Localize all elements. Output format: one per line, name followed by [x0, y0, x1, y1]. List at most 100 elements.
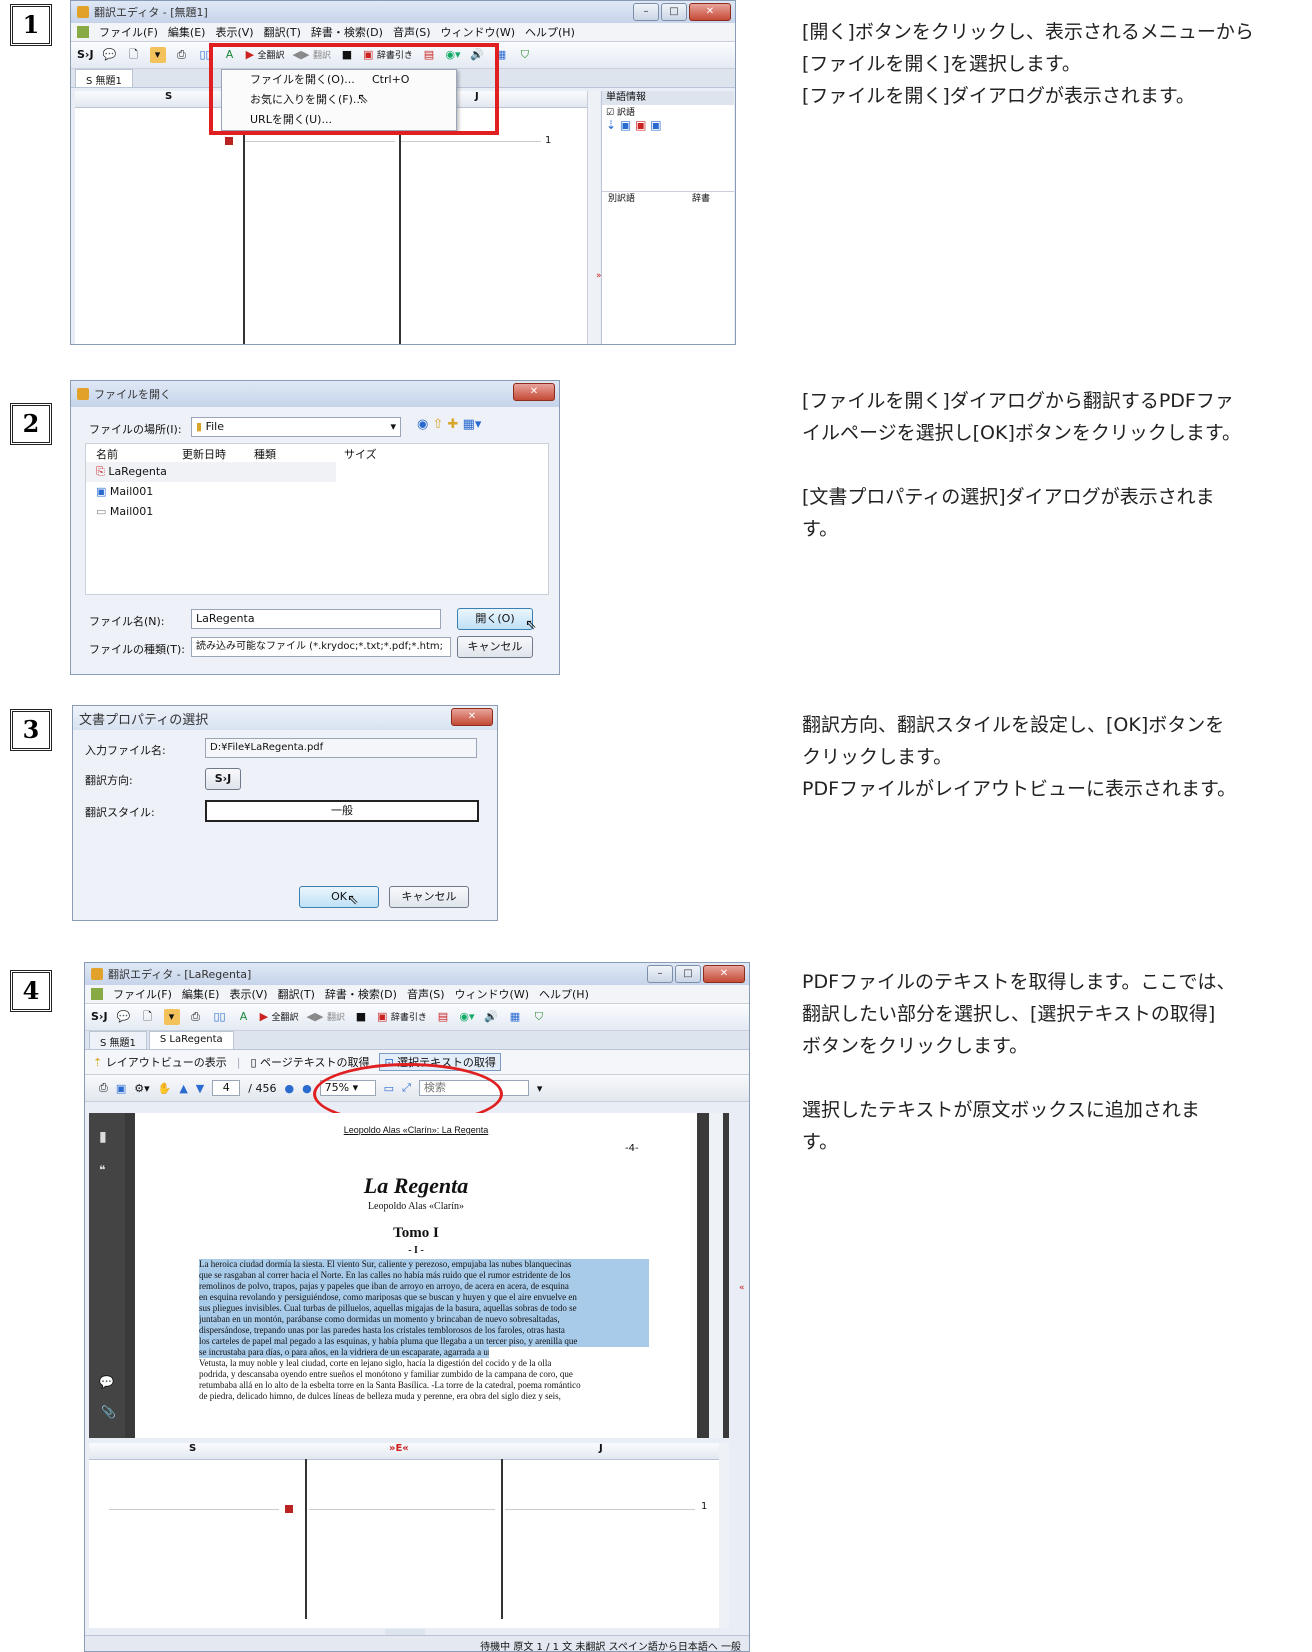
selected-text-line[interactable]: que se rasgaban al correr hacia el Norte…: [199, 1270, 649, 1281]
tools-icon[interactable]: ⚙▾: [134, 1082, 149, 1095]
maximize-icon[interactable]: □: [661, 3, 687, 21]
view-menu-icon[interactable]: ▦▾: [463, 417, 482, 432]
new-document-icon[interactable]: 🗋: [126, 47, 142, 63]
location-select[interactable]: ▮ File ▾: [191, 417, 401, 437]
direction-button[interactable]: S›J: [205, 768, 241, 790]
menu-edit[interactable]: 編集(E): [182, 986, 220, 1002]
selected-text-line[interactable]: se incrustaba para días, o para años, en…: [199, 1347, 489, 1358]
open-folder-icon[interactable]: ▾: [149, 47, 166, 63]
selected-text-line[interactable]: dispersándose, trepando unas por las par…: [199, 1325, 649, 1336]
tab-laregenta[interactable]: S LaRegenta: [148, 1031, 234, 1049]
menu-translate[interactable]: 翻訳(T): [264, 24, 301, 40]
speech-icon[interactable]: 💬: [116, 1009, 132, 1025]
search-globe-icon[interactable]: ◉▾: [459, 1009, 475, 1025]
dictionary-icon[interactable]: ▤: [435, 1009, 451, 1025]
save-icon[interactable]: ▣: [116, 1082, 126, 1095]
selected-text-line[interactable]: juntaban en un montón, parábanse como do…: [199, 1314, 649, 1325]
translate-button[interactable]: ◀▶ 翻訳: [307, 1009, 345, 1025]
hand-icon[interactable]: ✋: [158, 1082, 172, 1095]
all-translate-button[interactable]: ▶ 全翻訳: [260, 1009, 299, 1025]
menu-view[interactable]: 表示(V): [229, 986, 267, 1002]
pdf-text-line[interactable]: Vetusta, la muy noble y leal ciudad, cor…: [199, 1358, 649, 1369]
speech-icon[interactable]: 💬: [102, 47, 118, 63]
menu-voice[interactable]: 音声(S): [407, 986, 445, 1002]
tab-untitled1[interactable]: S 無題1: [89, 1031, 147, 1049]
filetype-select[interactable]: 読み込み可能なファイル (*.krydoc;*.txt;*.pdf;*.htm;: [191, 637, 451, 657]
stop-icon[interactable]: ■: [353, 1009, 369, 1025]
bookmark-icon[interactable]: ❝: [99, 1163, 105, 1177]
selected-text-line[interactable]: sus pliegues invisibles. Cual turbas de …: [199, 1303, 649, 1314]
editor-scrollbar[interactable]: [719, 1443, 729, 1628]
minimize-icon[interactable]: –: [633, 3, 659, 21]
file-item-mail001-text[interactable]: ▭ Mail001: [86, 502, 548, 522]
new-folder-icon[interactable]: ✚: [448, 417, 459, 432]
menu-view[interactable]: 表示(V): [215, 24, 253, 40]
menu-dictionary[interactable]: 辞書・検索(D): [311, 24, 383, 40]
zoom-out-icon[interactable]: ●: [284, 1082, 294, 1095]
column-modified[interactable]: 更新日時: [182, 446, 226, 462]
collapse-arrow-icon[interactable]: «: [739, 1283, 745, 1293]
page-down-icon[interactable]: ▼: [196, 1082, 204, 1095]
pdf-text-line[interactable]: de piedra, delicado himno, de dulces lín…: [199, 1391, 649, 1402]
maximize-icon[interactable]: □: [675, 965, 701, 983]
menu-file[interactable]: ファイル(F): [99, 24, 158, 40]
selected-text-line[interactable]: en esquina revolando y persiguiéndose, c…: [199, 1292, 649, 1303]
pdf-text-line[interactable]: podrida, y descansaba oyendo entre sueño…: [199, 1369, 649, 1380]
print-icon[interactable]: ⎙: [99, 1081, 108, 1095]
layout-view-button[interactable]: ⇡ レイアウトビューの表示: [93, 1054, 227, 1070]
close-icon[interactable]: ✕: [451, 708, 493, 726]
attachment-icon[interactable]: 📎: [101, 1405, 116, 1419]
file-item-laregenta[interactable]: ⎘ LaRegenta: [86, 462, 336, 482]
menu-dictionary[interactable]: 辞書・検索(D): [325, 986, 397, 1002]
font-icon[interactable]: A: [236, 1009, 252, 1025]
menu-voice[interactable]: 音声(S): [393, 24, 431, 40]
tab-untitled1[interactable]: S 無題1: [75, 69, 133, 87]
direction-button[interactable]: S›J: [91, 1009, 108, 1025]
menu-window[interactable]: ウィンドウ(W): [441, 24, 515, 40]
chevron-down-icon[interactable]: ▾: [537, 1082, 543, 1095]
close-icon[interactable]: ✕: [703, 965, 745, 983]
pdf-scrollbar[interactable]: [709, 1113, 723, 1438]
menu-help[interactable]: ヘルプ(H): [525, 24, 575, 40]
open-folder-icon[interactable]: ▾: [163, 1009, 180, 1025]
close-icon[interactable]: ✕: [513, 383, 555, 401]
menu-window[interactable]: ウィンドウ(W): [455, 986, 529, 1002]
column-size[interactable]: サイズ: [344, 446, 377, 462]
filename-input[interactable]: LaRegenta: [191, 609, 441, 629]
pdf-text-line[interactable]: retumbaba allá en lo alto de la esbelta …: [199, 1380, 649, 1391]
selected-text-line[interactable]: los carteles de papel mal pegado a las e…: [199, 1336, 649, 1347]
cancel-button[interactable]: キャンセル: [457, 636, 533, 658]
open-button[interactable]: 開く(O): [457, 608, 533, 630]
style-select[interactable]: 一般: [205, 800, 479, 822]
edit-icon[interactable]: ▣: [650, 118, 661, 132]
dictionary-lookup-button[interactable]: ▣ 辞書引き: [377, 1009, 427, 1025]
minimize-icon[interactable]: –: [647, 965, 673, 983]
page-number-input[interactable]: 4: [212, 1080, 241, 1096]
column-name[interactable]: 名前: [96, 446, 118, 462]
column-type[interactable]: 種類: [254, 446, 276, 462]
grid-icon[interactable]: ▦: [507, 1009, 523, 1025]
file-item-mail001[interactable]: ▣ Mail001: [86, 482, 548, 502]
menu-file[interactable]: ファイル(F): [113, 986, 172, 1002]
zoom-in-icon[interactable]: ●: [302, 1082, 312, 1095]
collapse-arrow-icon[interactable]: »: [596, 271, 602, 281]
speaker-icon[interactable]: 🔊: [483, 1009, 499, 1025]
direction-button[interactable]: S›J: [77, 47, 94, 63]
editor-scrollbar[interactable]: [587, 91, 600, 344]
menu-help[interactable]: ヘルプ(H): [539, 986, 589, 1002]
shield-icon[interactable]: ⛉: [517, 47, 533, 63]
selected-text-line[interactable]: La heroica ciudad dormía la siesta. El v…: [199, 1259, 649, 1270]
up-folder-icon[interactable]: ⇧: [432, 417, 443, 432]
pages-icon[interactable]: ▮: [99, 1129, 107, 1145]
dictionary-icon[interactable]: ▣: [620, 118, 631, 132]
cancel-button[interactable]: キャンセル: [389, 886, 469, 908]
page-text-button[interactable]: ▯ ページテキストの取得: [250, 1054, 369, 1070]
dictionary-icon[interactable]: ▣: [635, 118, 646, 132]
menu-edit[interactable]: 編集(E): [168, 24, 206, 40]
selected-text-line[interactable]: remolinos de polvo, trapos, pajas y pape…: [199, 1281, 649, 1292]
page-up-icon[interactable]: ▲: [179, 1082, 187, 1095]
menu-translate[interactable]: 翻訳(T): [278, 986, 315, 1002]
ok-button[interactable]: OK: [299, 886, 379, 908]
close-icon[interactable]: ✕: [689, 3, 731, 21]
layout-icon[interactable]: ▯▯: [212, 1009, 228, 1025]
